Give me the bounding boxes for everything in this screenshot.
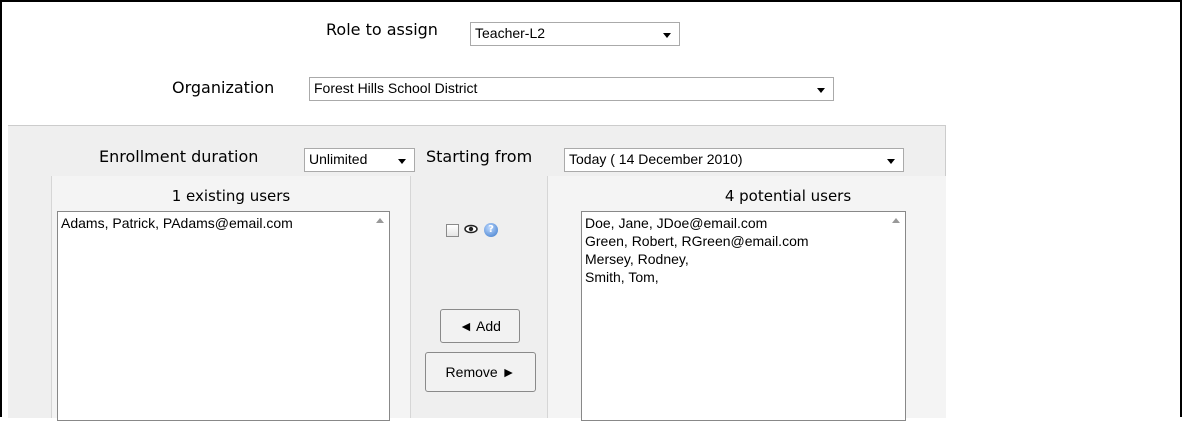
organization-label: Organization <box>172 78 275 97</box>
list-item[interactable]: Mersey, Rodney, <box>585 250 902 268</box>
starting-from-value: Today ( 14 December 2010) <box>569 151 743 167</box>
existing-users-list[interactable]: Adams, Patrick, PAdams@email.com <box>57 211 390 421</box>
potential-users-column: 4 potential users Doe, Jane, JDoe@email.… <box>547 176 946 421</box>
role-label: Role to assign <box>326 20 438 39</box>
eye-icon[interactable] <box>464 222 478 240</box>
list-item[interactable]: Smith, Tom, <box>585 268 902 286</box>
role-select[interactable]: Teacher-L2 <box>470 22 680 46</box>
chevron-down-icon <box>887 159 895 164</box>
role-selected-value: Teacher-L2 <box>475 25 546 41</box>
existing-users-heading: 1 existing users <box>171 187 291 205</box>
starting-from-label: Starting from <box>426 147 533 166</box>
organization-select[interactable]: Forest Hills School District <box>309 77 834 101</box>
list-item[interactable]: Adams, Patrick, PAdams@email.com <box>61 214 386 232</box>
scroll-up-icon[interactable] <box>376 218 384 223</box>
list-item[interactable]: Green, Robert, RGreen@email.com <box>585 232 902 250</box>
remove-button[interactable]: Remove ► <box>425 352 536 392</box>
chevron-down-icon <box>817 88 825 93</box>
enrollment-duration-value: Unlimited <box>309 151 368 167</box>
scroll-up-icon[interactable] <box>892 218 900 223</box>
potential-users-heading: 4 potential users <box>724 187 852 205</box>
existing-users-column: 1 existing users Adams, Patrick, PAdams@… <box>51 176 411 421</box>
chevron-down-icon <box>398 159 406 164</box>
list-item[interactable]: Doe, Jane, JDoe@email.com <box>585 214 902 232</box>
help-icon[interactable]: ? <box>484 223 498 237</box>
organization-selected-value: Forest Hills School District <box>314 80 478 96</box>
enrollment-duration-label: Enrollment duration <box>99 147 259 166</box>
enrollment-panel: Enrollment duration Unlimited Starting f… <box>8 125 946 421</box>
potential-users-list[interactable]: Doe, Jane, JDoe@email.com Green, Robert,… <box>581 211 906 421</box>
chevron-down-icon <box>663 33 671 38</box>
checkbox-icon[interactable] <box>446 224 459 237</box>
starting-from-select[interactable]: Today ( 14 December 2010) <box>564 148 904 172</box>
add-button[interactable]: ◄ Add <box>440 309 520 343</box>
enrollment-duration-select[interactable]: Unlimited <box>304 148 415 172</box>
